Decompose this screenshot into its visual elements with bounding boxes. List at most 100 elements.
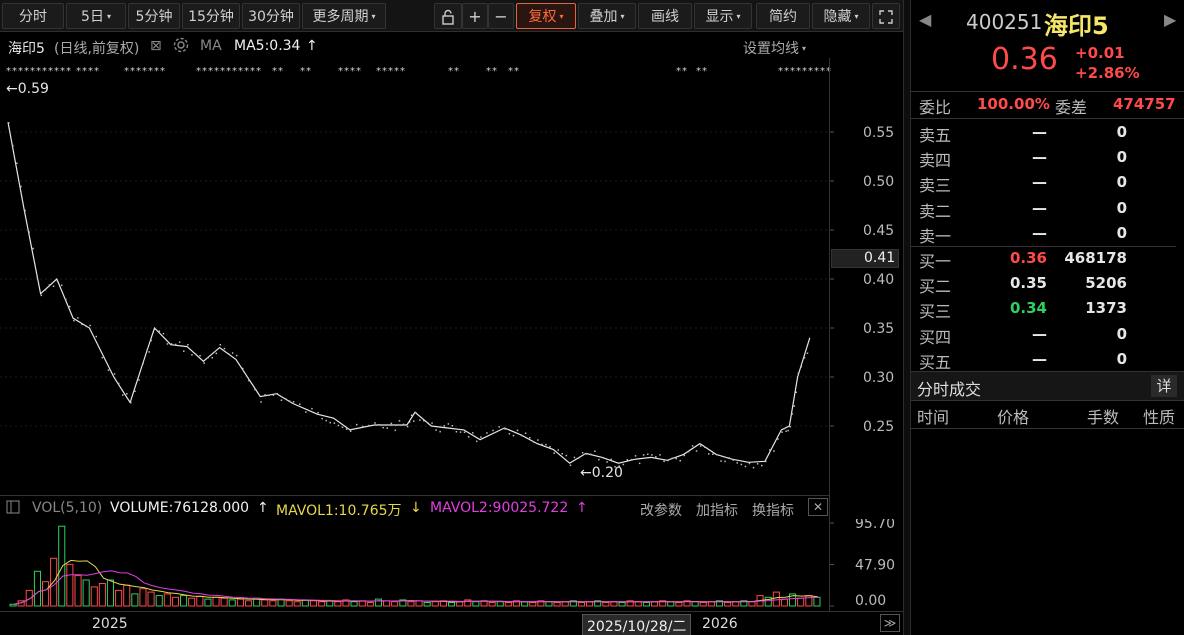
volume-bar	[374, 598, 382, 607]
close-indicator-button[interactable]: ⊠	[150, 38, 162, 54]
draw-button[interactable]: 画线	[638, 3, 692, 29]
fullscreen-button[interactable]	[872, 3, 900, 29]
price-dot	[85, 325, 87, 327]
price-dot	[561, 453, 563, 455]
price-dot	[203, 362, 205, 364]
price-dot	[679, 460, 681, 462]
volume-bar	[504, 602, 512, 607]
volume-bar	[58, 525, 66, 607]
divider	[911, 91, 1184, 92]
mavol2-arrow-icon: ↑	[576, 500, 588, 516]
volume-bar	[496, 601, 504, 607]
tab-5day[interactable]: 5日 ▾	[66, 3, 126, 29]
price-dot	[781, 431, 783, 433]
price-dot	[785, 430, 787, 432]
volume-bar	[293, 601, 301, 607]
chart-info-bar: 海印5 (日线,前复权) ⊠ MA MA5:0.34 ↑ 设置均线 ▾	[0, 34, 830, 58]
price-dot	[211, 357, 213, 359]
overlay-dropdown[interactable]: 叠加 ▾	[578, 3, 636, 29]
volume-bar	[131, 593, 139, 607]
volume-arrow-icon: ↑	[257, 500, 269, 516]
volume-bar	[748, 601, 756, 607]
fullscreen-icon	[879, 10, 893, 24]
price-dot	[712, 453, 714, 455]
current-price-axis-label: 0.41	[831, 249, 899, 268]
order-ratio-label: 委比	[919, 98, 952, 117]
price-tick-label: 0.30	[863, 370, 894, 386]
asks-level-label: 卖四	[919, 151, 952, 171]
price-dot	[419, 419, 421, 421]
col-price: 价格	[997, 408, 1030, 427]
volume-bar	[204, 598, 212, 607]
panel-splitter[interactable]	[903, 0, 911, 635]
hide-dropdown[interactable]: 隐藏 ▾	[812, 3, 870, 29]
price-dot	[394, 429, 397, 432]
price-dot	[28, 231, 30, 233]
more-periods-dropdown[interactable]: 更多周期 ▾	[302, 3, 386, 29]
event-star-marker: *	[696, 66, 701, 77]
price-dot	[48, 284, 51, 286]
tab-15min[interactable]: 15分钟	[182, 3, 240, 29]
trades-detail-button[interactable]: 详	[1151, 375, 1177, 397]
col-time: 时间	[917, 408, 950, 427]
bids-level-volume: 5206	[1085, 274, 1127, 293]
event-star-marker: *	[214, 66, 219, 77]
close-volume-button[interactable]: ✕	[808, 498, 828, 516]
volume-bar	[115, 589, 123, 607]
price-dot	[152, 331, 154, 333]
volume-panel-toggle[interactable]	[6, 500, 20, 516]
event-star-marker: *	[196, 66, 201, 77]
price-dot	[413, 420, 415, 422]
next-stock-button[interactable]: ▶	[1164, 10, 1176, 29]
zoom-out-button[interactable]: −	[488, 3, 514, 29]
price-dot	[52, 285, 55, 287]
price-dot	[195, 353, 197, 356]
event-star-marker: *	[24, 66, 29, 77]
event-star-marker: *	[238, 66, 243, 77]
simple-mode-button[interactable]: 简约	[756, 3, 810, 29]
volume-bar	[780, 598, 789, 607]
event-star-marker: *	[814, 66, 819, 77]
volume-chart[interactable]: 95.70 47.90 0.00	[0, 519, 903, 611]
price-change-pct: +2.86%	[1075, 64, 1140, 82]
tab-30min[interactable]: 30分钟	[242, 3, 300, 29]
volume-bar	[139, 588, 147, 607]
event-markers: * * * * * * * * * * * * * * * * * * * * * * * * * * * * * * * * * * * * * * * *…	[6, 66, 831, 77]
price-dot	[516, 429, 519, 432]
col-volume: 手数	[1087, 408, 1120, 427]
scroll-right-button[interactable]: ≫	[880, 614, 900, 632]
price-dot	[463, 431, 466, 433]
prev-stock-button[interactable]: ◀	[919, 10, 931, 29]
volume-bar	[634, 601, 642, 607]
ma-settings-dropdown[interactable]: 设置均线 ▾	[743, 38, 806, 58]
price-dot	[130, 401, 132, 404]
price-dot	[402, 423, 405, 426]
tab-intraday[interactable]: 分时	[2, 3, 64, 29]
volume-bar	[285, 600, 293, 607]
price-chart[interactable]: * * * * * * * * * * * * * * * * * * * * * * * * * * * * * * * * * * * * * * * *…	[0, 58, 903, 494]
bids-level-price: 0.34	[1009, 299, 1047, 318]
event-star-marker: *	[76, 66, 81, 77]
divider	[911, 118, 1184, 119]
volume-bar	[707, 601, 715, 607]
price-dot	[704, 446, 706, 448]
add-indicator-button[interactable]: 加指标	[696, 500, 738, 520]
price-dot	[581, 452, 584, 454]
volume-bar	[106, 579, 115, 607]
price-dot	[545, 443, 547, 446]
gear-icon[interactable]	[172, 36, 190, 58]
price-dot	[191, 354, 193, 356]
price-dot	[65, 298, 67, 301]
edit-params-button[interactable]: 改参数	[640, 500, 682, 520]
lock-icon[interactable]	[434, 3, 462, 29]
event-star-marker: *	[682, 66, 687, 77]
switch-indicator-button[interactable]: 换指标	[752, 500, 794, 520]
display-dropdown[interactable]: 显示 ▾	[694, 3, 752, 29]
zoom-in-button[interactable]: +	[462, 3, 488, 29]
adjust-dropdown[interactable]: 复权 ▾	[516, 3, 576, 29]
event-star-marker: *	[338, 66, 343, 77]
tab-5min[interactable]: 5分钟	[128, 3, 180, 29]
volume-bar	[667, 601, 675, 607]
volume-bar	[610, 601, 618, 607]
price-tick-label: 0.25	[863, 419, 894, 435]
